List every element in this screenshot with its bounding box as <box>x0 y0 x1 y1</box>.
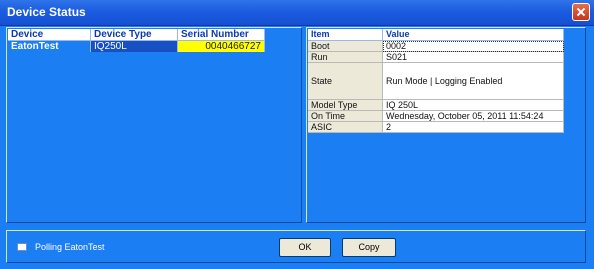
ok-button[interactable]: OK <box>279 238 331 257</box>
details-header-row: Item Value <box>308 29 564 41</box>
polling-indicator-icon <box>17 243 27 251</box>
close-icon[interactable] <box>572 3 590 21</box>
detail-row-on-time[interactable]: On Time Wednesday, October 05, 2011 11:5… <box>308 110 564 122</box>
serial-number-column-header[interactable]: Serial Number <box>177 29 265 41</box>
detail-row-state[interactable]: State Run Mode | Logging Enabled <box>308 62 564 100</box>
device-row[interactable]: EatonTest IQ250L 0040466727 <box>8 40 265 52</box>
window-title: Device Status <box>7 5 86 19</box>
detail-item-label: Run <box>308 51 383 63</box>
device-table: Device Device Type Serial Number EatonTe… <box>8 29 265 52</box>
device-table-header-row: Device Device Type Serial Number <box>8 29 265 41</box>
detail-item-label: Boot <box>308 40 383 52</box>
detail-row-asic[interactable]: ASIC 2 <box>308 121 564 133</box>
title-bar[interactable]: Device Status <box>0 0 594 26</box>
device-list-panel: Device Device Type Serial Number EatonTe… <box>6 27 302 223</box>
serial-number-cell[interactable]: 0040466727 <box>177 40 265 52</box>
detail-item-value[interactable]: 0002 <box>382 40 564 52</box>
value-column-header[interactable]: Value <box>382 29 564 41</box>
polling-label: Polling EatonTest <box>35 242 105 252</box>
details-table: Item Value Boot 0002 Run S021 State Run … <box>308 29 564 133</box>
detail-item-label: State <box>308 62 383 100</box>
detail-item-value[interactable]: Run Mode | Logging Enabled <box>382 62 564 100</box>
footer-panel: Polling EatonTest OK Copy <box>6 230 586 263</box>
detail-row-run[interactable]: Run S021 <box>308 51 564 63</box>
device-type-cell[interactable]: IQ250L <box>90 40 178 52</box>
polling-status: Polling EatonTest <box>17 241 105 253</box>
detail-item-value[interactable]: 2 <box>382 121 564 133</box>
device-status-window: Device Status Device Device Type Serial … <box>0 0 594 269</box>
detail-item-value[interactable]: Wednesday, October 05, 2011 11:54:24 <box>382 110 564 122</box>
device-details-panel: Item Value Boot 0002 Run S021 State Run … <box>306 27 586 223</box>
detail-item-label: ASIC <box>308 121 383 133</box>
device-type-column-header[interactable]: Device Type <box>90 29 178 41</box>
detail-row-boot[interactable]: Boot 0002 <box>308 40 564 52</box>
detail-item-value[interactable]: IQ 250L <box>382 99 564 111</box>
detail-item-value[interactable]: S021 <box>382 51 564 63</box>
copy-button[interactable]: Copy <box>342 238 396 257</box>
device-name-cell[interactable]: EatonTest <box>8 40 91 52</box>
device-column-header[interactable]: Device <box>8 29 91 41</box>
item-column-header[interactable]: Item <box>308 29 383 41</box>
detail-row-model-type[interactable]: Model Type IQ 250L <box>308 99 564 111</box>
dialog-client-area: Device Device Type Serial Number EatonTe… <box>4 26 590 265</box>
detail-item-label: On Time <box>308 110 383 122</box>
detail-item-label: Model Type <box>308 99 383 111</box>
